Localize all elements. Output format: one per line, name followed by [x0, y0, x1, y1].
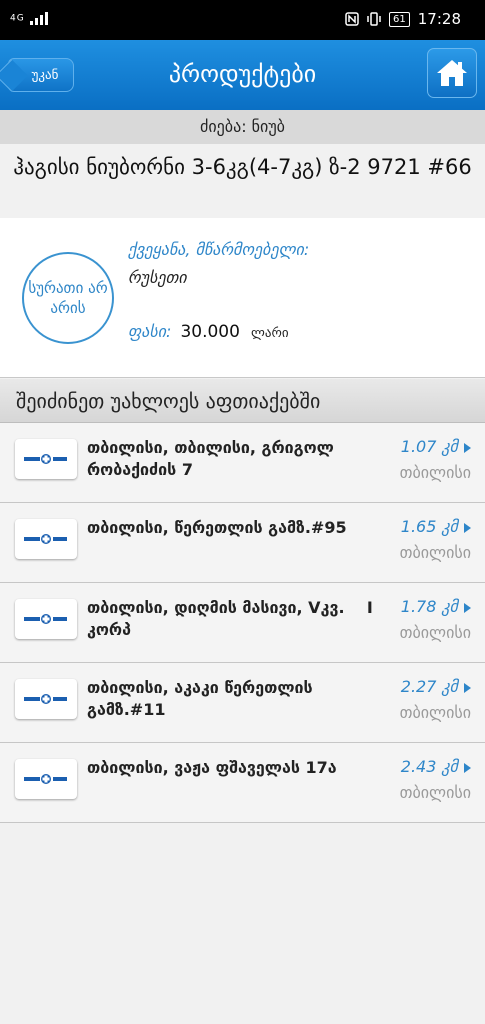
pharmacy-city: თბილისი — [399, 623, 471, 642]
status-bar: 4G 61 17:28 — [0, 0, 485, 40]
gpc-logo-icon — [24, 614, 67, 624]
arrow-right-icon — [464, 602, 471, 613]
arrow-right-icon — [464, 682, 471, 693]
distance-text: 1.07 კმ — [400, 437, 458, 456]
pharmacy-distance: 1.65 კმ — [401, 517, 471, 536]
price-currency: ლარი — [251, 326, 289, 341]
distance-text: 1.78 კმ — [400, 597, 458, 616]
price-row: ფასი: 30.000 ლარი — [128, 322, 289, 342]
battery-icon: 61 — [389, 11, 410, 27]
price-label: ფასი: — [128, 322, 172, 341]
nav-bar: უკან პროდუქტები — [0, 40, 485, 110]
pharmacy-row[interactable]: თბილისი, ვაჟა ფშაველას 17ა 2.43 კმ თბილი… — [0, 743, 485, 823]
pharmacy-row[interactable]: თბილისი, დიღმის მასივი, Vკვ. I კორპ 1.78… — [0, 583, 485, 663]
arrow-right-icon — [464, 522, 471, 533]
no-image-placeholder: სურათი არ არის — [22, 252, 114, 344]
gpc-logo-icon — [24, 454, 67, 464]
pharmacy-city: თბილისი — [399, 783, 471, 802]
price-value: 30.000 — [180, 322, 240, 342]
search-query: ძიება: ნიუბ — [0, 110, 485, 144]
arrow-right-icon — [464, 762, 471, 773]
product-details: სურათი არ არის ქვეყანა, მწარმოებელი: რუს… — [0, 218, 485, 378]
product-title: ჰაგისი ნიუბორნი 3-6კგ(4-7კგ) ზ-2 9721 #6… — [0, 144, 485, 218]
country-value: რუსეთი — [128, 268, 187, 287]
pharmacy-address: თბილისი, აკაკი წერეთლის გამზ.#11 — [87, 678, 313, 719]
pharmacy-row[interactable]: თბილისი, წერეთლის გამზ.#95 1.65 კმ თბილი… — [0, 503, 485, 583]
distance-text: 2.43 კმ — [400, 757, 458, 776]
pharmacy-address: თბილისი, თბილისი, გრიგოლ რობაქიძის 7 — [87, 438, 334, 479]
network-type: 4G — [10, 13, 25, 24]
pharmacy-row[interactable]: თბილისი, თბილისი, გრიგოლ რობაქიძის 7 1.0… — [0, 423, 485, 503]
pharmacy-address: თბილისი, დიღმის მასივი, Vკვ. I კორპ — [87, 598, 379, 639]
country-label: ქვეყანა, მწარმოებელი: — [128, 240, 310, 259]
pharmacy-logo — [15, 599, 77, 639]
arrow-right-icon — [464, 442, 471, 453]
pharmacy-address: თბილისი, წერეთლის გამზ.#95 — [87, 518, 347, 537]
home-button[interactable] — [427, 48, 477, 98]
pharmacy-address: თბილისი, ვაჟა ფშაველას 17ა — [87, 758, 337, 777]
pharmacy-logo — [15, 519, 77, 559]
gpc-logo-icon — [24, 774, 67, 784]
vibrate-icon — [367, 12, 381, 26]
back-button-label: უკან — [31, 67, 59, 83]
pharmacy-logo — [15, 759, 77, 799]
signal-icon — [29, 12, 48, 25]
pharmacy-city: თბილისი — [399, 463, 471, 482]
pharmacy-city: თბილისი — [399, 703, 471, 722]
pharmacy-row[interactable]: თბილისი, აკაკი წერეთლის გამზ.#11 2.27 კმ… — [0, 663, 485, 743]
pharmacy-distance: 1.78 კმ — [401, 597, 471, 616]
no-image-text: სურათი არ არის — [28, 279, 108, 317]
section-header: შეიძინეთ უახლოეს აფთიაქებში — [0, 379, 485, 423]
pharmacy-logo — [15, 439, 77, 479]
gpc-logo-icon — [24, 534, 67, 544]
pharmacy-distance: 1.07 კმ — [401, 437, 471, 456]
pharmacy-distance: 2.27 კმ — [401, 677, 471, 696]
pharmacy-city: თბილისი — [399, 543, 471, 562]
distance-text: 1.65 კმ — [400, 517, 458, 536]
clock: 17:28 — [417, 10, 461, 28]
network-indicator: 4G — [10, 11, 49, 25]
nfc-icon — [345, 12, 359, 26]
distance-text: 2.27 კმ — [400, 677, 458, 696]
page-title: პროდუქტები — [168, 60, 317, 88]
home-icon — [437, 60, 467, 86]
pharmacy-distance: 2.43 კმ — [401, 757, 471, 776]
pharmacy-list: თბილისი, თბილისი, გრიგოლ რობაქიძის 7 1.0… — [0, 423, 485, 823]
gpc-logo-icon — [24, 694, 67, 704]
pharmacy-logo — [15, 679, 77, 719]
